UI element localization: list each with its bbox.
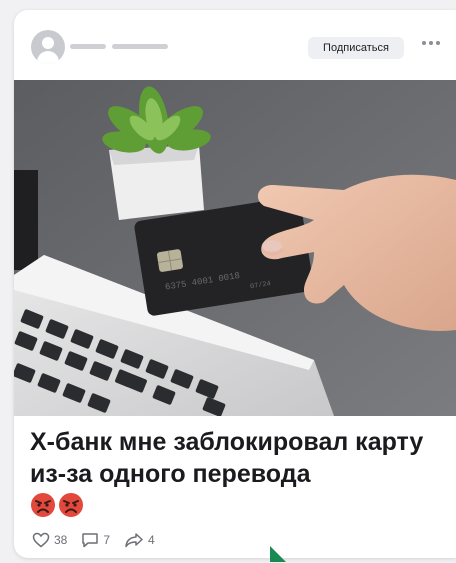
share-icon (125, 533, 143, 548)
avatar-body-shape (37, 51, 59, 64)
author-name-placeholder (70, 44, 106, 49)
author-meta-placeholder (112, 44, 168, 49)
post-card: Подписаться 6375 4001 0018 07/24 Х-банк … (14, 10, 456, 558)
angry-face-emoji (59, 493, 83, 517)
post-photo-illustration: 6375 4001 0018 07/24 (14, 80, 456, 416)
post-image[interactable]: 6375 4001 0018 07/24 (14, 80, 456, 416)
ellipsis-icon[interactable] (422, 41, 440, 45)
share-button[interactable]: 4 (124, 532, 155, 548)
subscribe-button[interactable]: Подписаться (308, 37, 404, 59)
comment-icon (82, 533, 99, 548)
post-stats: 38 7 4 (32, 532, 169, 548)
heart-icon (32, 532, 50, 548)
post-title[interactable]: Х-банк мне заблокировал карту из-за одно… (30, 426, 450, 490)
angry-face-emoji (31, 493, 55, 517)
author-avatar[interactable] (31, 30, 65, 64)
like-button[interactable]: 38 (32, 532, 67, 548)
post-header: Подписаться (14, 10, 456, 80)
comment-button[interactable]: 7 (81, 532, 110, 548)
title-emojis (30, 492, 84, 518)
comments-count: 7 (103, 533, 111, 547)
accent-corner-triangle (270, 546, 286, 562)
likes-count: 38 (54, 533, 68, 547)
shares-count: 4 (148, 533, 155, 547)
avatar-head-shape (42, 37, 54, 49)
